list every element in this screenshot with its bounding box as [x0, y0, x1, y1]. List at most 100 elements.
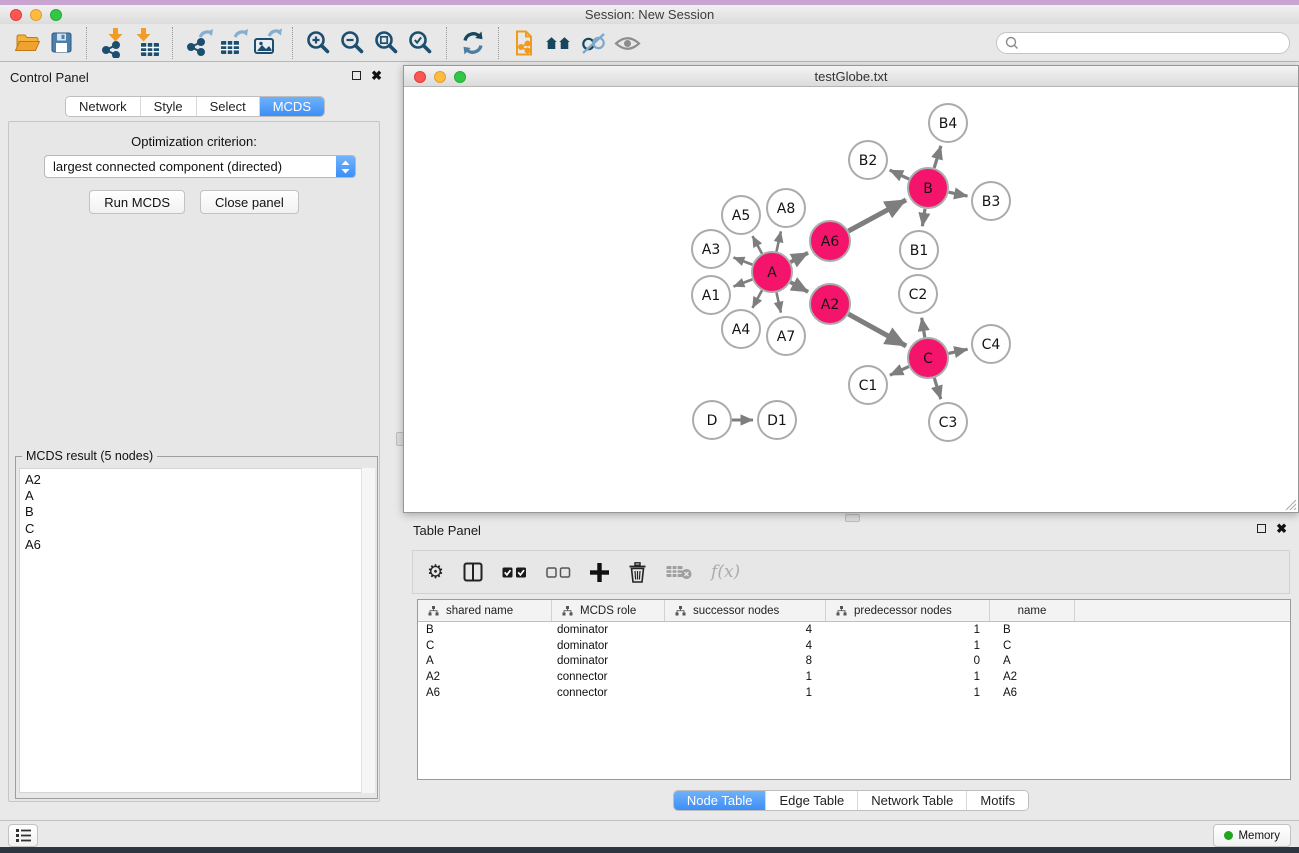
table-cell[interactable]: 1 — [665, 671, 826, 683]
create-network-from-file-button[interactable] — [508, 26, 542, 60]
column-header-predecessor-nodes[interactable]: predecessor nodes — [826, 600, 990, 621]
table-cell[interactable]: 1 — [826, 624, 990, 636]
column-header-mcds-role[interactable]: MCDS role — [552, 600, 665, 621]
table-row[interactable]: Bdominator41B — [418, 622, 1290, 638]
zoom-fit-button[interactable] — [370, 26, 404, 60]
graph-edge-C-C2[interactable] — [922, 318, 925, 338]
graph-node-A8[interactable]: A8 — [767, 189, 805, 227]
unselect-all-icon[interactable] — [546, 567, 571, 578]
table-cell[interactable]: connector — [552, 687, 665, 699]
tab-network[interactable]: Network — [66, 97, 140, 116]
table-cell[interactable]: A — [990, 655, 1075, 667]
table-cell[interactable]: 1 — [826, 687, 990, 699]
mcds-result-item[interactable]: C — [25, 521, 370, 537]
mcds-result-item[interactable]: A6 — [25, 537, 370, 553]
home-button[interactable] — [542, 26, 576, 60]
tab-node-table[interactable]: Node Table — [674, 791, 766, 810]
zoom-selected-button[interactable] — [404, 26, 438, 60]
toolbar-search-field[interactable] — [996, 32, 1290, 54]
run-mcds-button[interactable]: Run MCDS — [89, 190, 185, 214]
table-cell[interactable]: B — [990, 624, 1075, 636]
graph-edge-A6-B[interactable] — [849, 200, 907, 231]
graph-edge-A-A6[interactable] — [791, 253, 809, 262]
graph-node-B2[interactable]: B2 — [849, 141, 887, 179]
table-cell[interactable]: 1 — [665, 687, 826, 699]
close-window-icon[interactable] — [414, 71, 426, 83]
float-panel-icon[interactable] — [1257, 524, 1266, 533]
graph-edge-A-A2[interactable] — [790, 282, 808, 292]
graph-node-B1[interactable]: B1 — [900, 231, 938, 269]
save-session-button[interactable] — [44, 26, 78, 60]
close-panel-button[interactable]: Close panel — [200, 190, 299, 214]
add-icon[interactable] — [590, 563, 609, 582]
table-cell[interactable]: C — [418, 640, 552, 652]
table-cell[interactable]: dominator — [552, 624, 665, 636]
refresh-view-button[interactable] — [456, 26, 490, 60]
graph-node-B4[interactable]: B4 — [929, 104, 967, 142]
task-history-button[interactable] — [8, 824, 38, 847]
column-header-name[interactable]: name — [990, 600, 1075, 621]
zoom-in-button[interactable] — [302, 26, 336, 60]
graph-node-A4[interactable]: A4 — [722, 310, 760, 348]
export-table-button[interactable] — [216, 26, 250, 60]
hide-details-button[interactable] — [576, 26, 610, 60]
zoom-out-button[interactable] — [336, 26, 370, 60]
graph-node-B3[interactable]: B3 — [972, 182, 1010, 220]
zoom-window-icon[interactable] — [50, 9, 62, 21]
minimize-window-icon[interactable] — [30, 9, 42, 21]
graph-node-C3[interactable]: C3 — [929, 403, 967, 441]
graph-edge-C-C3[interactable] — [934, 378, 941, 399]
table-cell[interactable]: 4 — [665, 624, 826, 636]
tab-style[interactable]: Style — [140, 97, 196, 116]
graph-edge-C-C4[interactable] — [949, 349, 968, 353]
tab-edge-table[interactable]: Edge Table — [765, 791, 857, 810]
table-cell[interactable]: A2 — [418, 671, 552, 683]
table-cell[interactable]: 4 — [665, 640, 826, 652]
graph-node-C1[interactable]: C1 — [849, 366, 887, 404]
tab-select[interactable]: Select — [196, 97, 259, 116]
mcds-result-item[interactable]: A — [25, 488, 370, 504]
result-list-scrollbar[interactable] — [361, 468, 375, 793]
close-panel-icon[interactable]: ✖ — [1276, 523, 1287, 534]
graph-node-D1[interactable]: D1 — [758, 401, 796, 439]
import-network-button[interactable] — [96, 26, 130, 60]
graph-node-C[interactable]: C — [908, 338, 948, 378]
import-table-button[interactable] — [130, 26, 164, 60]
table-cell[interactable]: dominator — [552, 640, 665, 652]
graph-edge-A-A3[interactable] — [734, 258, 753, 265]
graph-edge-A-A1[interactable] — [734, 279, 753, 286]
table-cell[interactable]: connector — [552, 671, 665, 683]
graph-node-C4[interactable]: C4 — [972, 325, 1010, 363]
export-image-button[interactable] — [250, 26, 284, 60]
graph-node-A6[interactable]: A6 — [810, 221, 850, 261]
table-cell[interactable]: B — [418, 624, 552, 636]
table-row[interactable]: Cdominator41C — [418, 638, 1290, 654]
table-row[interactable]: Adominator80A — [418, 654, 1290, 670]
close-panel-icon[interactable]: ✖ — [371, 70, 382, 81]
close-window-icon[interactable] — [10, 9, 22, 21]
graph-node-A2[interactable]: A2 — [810, 284, 850, 324]
open-session-button[interactable] — [10, 26, 44, 60]
network-canvas[interactable]: B4B2BB3A5A8A6A3B1AA1C2A2A4A7C4CC1DD1C3 — [404, 88, 1298, 512]
graph-node-A5[interactable]: A5 — [722, 196, 760, 234]
table-cell[interactable]: dominator — [552, 655, 665, 667]
graph-edge-B-B4[interactable] — [934, 146, 941, 168]
tab-motifs[interactable]: Motifs — [966, 791, 1028, 810]
graph-edge-C-C1[interactable] — [890, 367, 909, 376]
memory-button[interactable]: Memory — [1213, 824, 1291, 847]
zoom-window-icon[interactable] — [454, 71, 466, 83]
table-cell[interactable]: 1 — [826, 671, 990, 683]
graph-edge-A-A7[interactable] — [777, 293, 781, 313]
delete-trash-icon[interactable] — [628, 562, 647, 583]
float-panel-icon[interactable] — [352, 71, 361, 80]
graph-edge-A2-C[interactable] — [848, 314, 906, 346]
graph-edge-B-B1[interactable] — [922, 209, 925, 226]
graph-edge-B-B2[interactable] — [890, 170, 909, 179]
select-all-icon[interactable] — [502, 567, 527, 578]
column-header-shared-name[interactable]: shared name — [418, 600, 552, 621]
graph-node-C2[interactable]: C2 — [899, 275, 937, 313]
graph-edge-A-A4[interactable] — [753, 290, 763, 308]
show-details-button[interactable] — [610, 26, 644, 60]
table-row[interactable]: A6connector11A6 — [418, 685, 1290, 701]
graph-node-A[interactable]: A — [752, 252, 792, 292]
